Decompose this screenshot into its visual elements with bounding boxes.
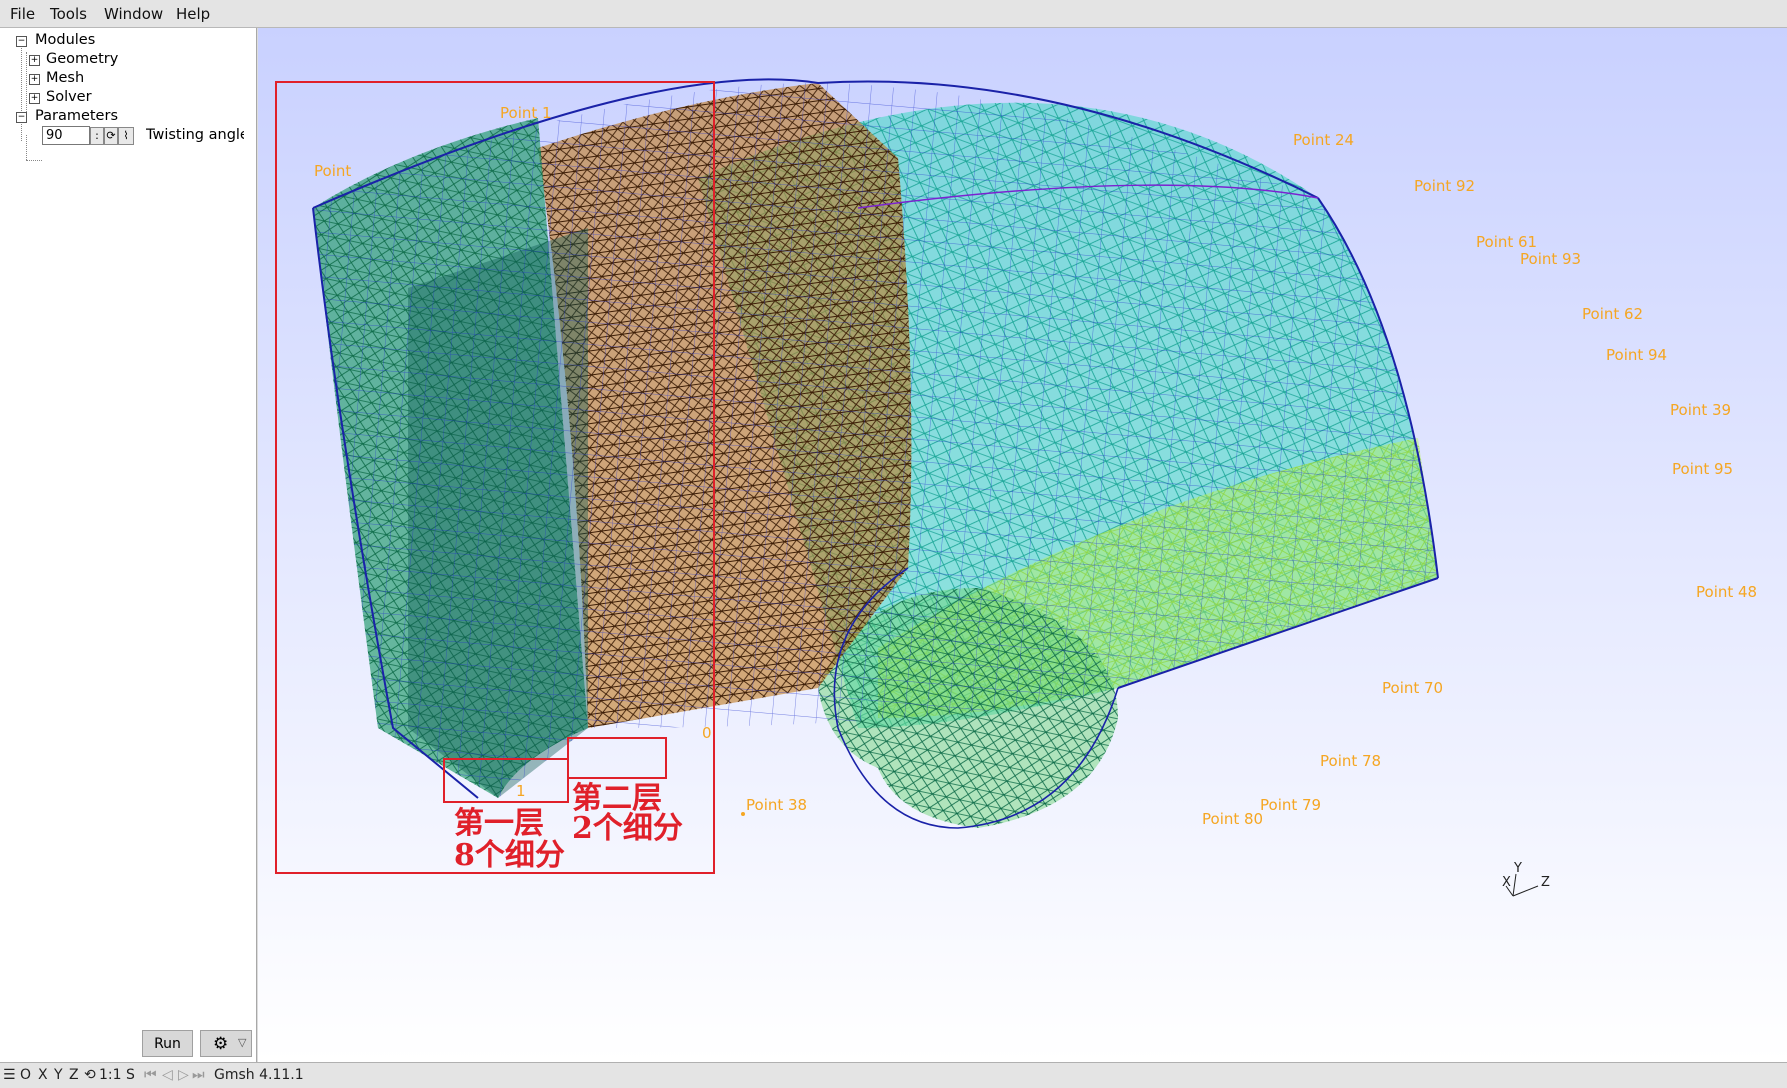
- scale-button[interactable]: 1:1: [99, 1067, 122, 1083]
- tree-item-solver[interactable]: Solver: [46, 89, 92, 105]
- last-step-icon[interactable]: ⏭: [192, 1067, 205, 1083]
- tree-connector: [26, 135, 27, 160]
- solver-options-button[interactable]: ⚙ ▽: [200, 1030, 252, 1057]
- view-z-button[interactable]: Z: [69, 1067, 79, 1083]
- menu-help[interactable]: Help: [176, 5, 210, 23]
- point-label-93: Point 93: [1520, 250, 1581, 268]
- play-icon[interactable]: ▷: [178, 1067, 189, 1083]
- annotation-box-layer2: [567, 737, 667, 779]
- point-label-small-1: 1: [516, 782, 526, 800]
- annotation-layer2-count: 2个细分: [572, 811, 683, 846]
- point-label-70: Point 70: [1382, 679, 1443, 697]
- rotate-icon[interactable]: ⟲: [84, 1067, 96, 1083]
- point-label-left: Point: [314, 162, 351, 180]
- tree-item-geometry[interactable]: Geometry: [46, 51, 118, 67]
- menu-tools[interactable]: Tools: [50, 5, 87, 23]
- prev-step-icon[interactable]: ◁: [162, 1067, 173, 1083]
- annotation-layer1-title: 第一层: [454, 806, 544, 841]
- view-y-button[interactable]: Y: [54, 1067, 63, 1083]
- axis-y-label: Y: [1513, 861, 1522, 876]
- gear-icon: ⚙: [213, 1034, 229, 1054]
- graphics-viewport[interactable]: 第一层 8个细分 第二层 2个细分 Point 24 Point 92 Poin…: [258, 28, 1787, 1062]
- axis-z-label: Z: [1541, 875, 1550, 890]
- twisting-angle-label: Twisting angle: [146, 127, 244, 143]
- collapse-modules-icon[interactable]: −: [16, 36, 27, 47]
- view-o-button[interactable]: O: [20, 1067, 31, 1083]
- point-label-24: Point 24: [1293, 131, 1354, 149]
- point-label-80: Point 80: [1202, 810, 1263, 828]
- tree-item-mesh[interactable]: Mesh: [46, 70, 84, 86]
- module-tree-panel: − Modules + Geometry + Mesh + Solver − P…: [0, 28, 257, 1062]
- s-button[interactable]: S: [126, 1067, 135, 1083]
- tree-item-parameters[interactable]: Parameters: [35, 108, 118, 124]
- point-label-78: Point 78: [1320, 752, 1381, 770]
- run-button[interactable]: Run: [142, 1030, 193, 1057]
- tree-connector: [26, 52, 27, 112]
- version-label: Gmsh 4.11.1: [214, 1067, 304, 1083]
- point-label-48: Point 48: [1696, 583, 1757, 601]
- point-label-39: Point 39: [1670, 401, 1731, 419]
- tree-item-modules[interactable]: Modules: [35, 32, 95, 48]
- view-x-button[interactable]: X: [38, 1067, 48, 1083]
- point-label-small-0: 0: [702, 724, 712, 742]
- point-label-79: Point 79: [1260, 796, 1321, 814]
- menu-toggle-icon[interactable]: ☰: [3, 1067, 16, 1083]
- twisting-angle-input[interactable]: [42, 126, 90, 145]
- point-marker-38: [741, 812, 745, 816]
- point-label-92: Point 92: [1414, 177, 1475, 195]
- tree-connector: [26, 160, 42, 161]
- param-menu-icon[interactable]: :: [90, 127, 104, 145]
- point-label-61: Point 61: [1476, 233, 1537, 251]
- menu-window[interactable]: Window: [104, 5, 163, 23]
- annotation-layer1-count: 8个细分: [454, 838, 565, 873]
- mesh-canvas: 第一层 8个细分 第二层 2个细分 Point 24 Point 92 Poin…: [275, 78, 1757, 897]
- expand-solver-icon[interactable]: +: [29, 93, 40, 104]
- tree-connector: [21, 44, 22, 141]
- menu-file[interactable]: File: [10, 5, 35, 23]
- expand-geometry-icon[interactable]: +: [29, 55, 40, 66]
- collapse-parameters-icon[interactable]: −: [16, 112, 27, 123]
- loop-icon[interactable]: ⟳: [104, 127, 118, 145]
- expand-mesh-icon[interactable]: +: [29, 74, 40, 85]
- point-label-62: Point 62: [1582, 305, 1643, 323]
- dropdown-arrow-icon: ▽: [238, 1036, 247, 1049]
- graph-icon[interactable]: ⌇: [118, 127, 134, 145]
- menu-bar: File Tools Window Help: [0, 0, 1787, 28]
- axes-gizmo: Y X Z: [1502, 861, 1550, 897]
- point-label-38: Point 38: [746, 796, 807, 814]
- point-label-95: Point 95: [1672, 460, 1733, 478]
- point-label-94: Point 94: [1606, 346, 1667, 364]
- point-label-top: Point 1: [500, 104, 552, 122]
- axis-x-label: X: [1502, 875, 1511, 890]
- status-bar: ☰ O X Y Z ⟲ 1:1 S ⏮ ◁ ▷ ⏭ Gmsh 4.11.1: [0, 1062, 1787, 1088]
- first-step-icon[interactable]: ⏮: [144, 1067, 157, 1083]
